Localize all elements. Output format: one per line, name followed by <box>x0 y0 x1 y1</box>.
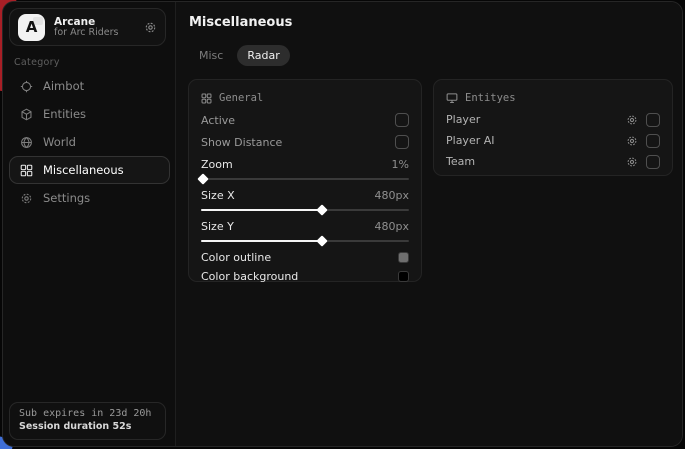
app-name: Arcane <box>54 16 119 28</box>
setting-label: Zoom <box>201 158 233 171</box>
sidebar-item-miscellaneous[interactable]: Miscellaneous <box>9 156 170 184</box>
entity-label: Team <box>446 155 626 168</box>
sidebar-item-label: Entities <box>43 107 86 121</box>
size-y-slider[interactable] <box>201 236 409 246</box>
sidebar: A Arcane for Arc Riders Category <box>3 2 176 446</box>
sidebar-item-settings[interactable]: Settings <box>9 184 170 212</box>
setting-row-active: Active <box>201 109 409 131</box>
setting-label: Color background <box>201 270 298 283</box>
entities-panel-title: Entityes <box>465 92 516 104</box>
box-icon <box>19 108 33 121</box>
player-ai-checkbox[interactable] <box>646 134 660 148</box>
setting-label: Active <box>201 114 235 127</box>
page-title: Miscellaneous <box>189 15 292 30</box>
gear-icon <box>19 192 33 205</box>
desktop: A Arcane for Arc Riders Category <box>0 0 685 449</box>
entity-row-player-ai: Player AI <box>446 130 660 151</box>
show-distance-checkbox[interactable] <box>395 135 409 149</box>
monitor-icon <box>446 92 458 104</box>
sidebar-item-entities[interactable]: Entities <box>9 100 170 128</box>
player-checkbox[interactable] <box>646 113 660 127</box>
zoom-value: 1% <box>392 158 409 171</box>
setting-row-color-background: Color background <box>201 267 409 286</box>
sidebar-item-label: Settings <box>43 191 90 205</box>
app-subtitle: for Arc Riders <box>54 28 119 39</box>
entity-gear-icon[interactable] <box>626 114 638 126</box>
sidebar-item-label: Aimbot <box>43 79 84 93</box>
setting-row-size-x: Size X 480px <box>201 187 409 215</box>
size-y-value: 480px <box>375 220 410 233</box>
entity-gear-icon[interactable] <box>626 135 638 147</box>
entity-label: Player <box>446 113 626 126</box>
app-logo: A <box>18 14 45 41</box>
entity-label: Player AI <box>446 134 626 147</box>
sidebar-item-label: Miscellaneous <box>43 163 124 177</box>
setting-label: Size Y <box>201 220 234 233</box>
sidebar-item-world[interactable]: World <box>9 128 170 156</box>
grid-icon <box>19 164 33 177</box>
session-duration-text: Session duration 52s <box>19 421 156 432</box>
size-x-value: 480px <box>375 189 410 202</box>
team-checkbox[interactable] <box>646 155 660 169</box>
color-background-swatch[interactable] <box>398 271 409 282</box>
tab-radar[interactable]: Radar <box>237 45 289 66</box>
setting-row-size-y: Size Y 480px <box>201 218 409 246</box>
entity-row-player: Player <box>446 109 660 130</box>
entities-panel: Entityes Player Player AI <box>433 79 673 176</box>
sidebar-item-label: World <box>43 135 76 149</box>
setting-row-color-outline: Color outline <box>201 248 409 267</box>
size-x-slider-thumb[interactable] <box>316 204 327 215</box>
general-panel: General Active Show Distance Zoom 1% <box>188 79 422 282</box>
main-content: Miscellaneous Misc Radar General <box>176 2 682 446</box>
size-x-slider[interactable] <box>201 205 409 215</box>
globe-icon <box>19 136 33 149</box>
setting-row-show-distance: Show Distance <box>201 131 409 153</box>
sidebar-nav: Aimbot Entities Wo <box>9 72 170 212</box>
color-outline-swatch[interactable] <box>398 252 409 263</box>
setting-row-zoom: Zoom 1% <box>201 156 409 184</box>
general-panel-title: General <box>219 92 263 104</box>
tab-misc[interactable]: Misc <box>189 45 233 66</box>
app-header-card: A Arcane for Arc Riders <box>9 8 166 46</box>
entity-row-team: Team <box>446 151 660 172</box>
size-y-slider-thumb[interactable] <box>316 235 327 246</box>
crosshair-icon <box>19 80 33 93</box>
header-gear-icon[interactable] <box>144 21 157 34</box>
category-label: Category <box>14 57 60 68</box>
app-window: A Arcane for Arc Riders Category <box>2 1 683 447</box>
setting-label: Color outline <box>201 251 271 264</box>
zoom-slider[interactable] <box>201 174 409 184</box>
active-checkbox[interactable] <box>395 113 409 127</box>
entity-gear-icon[interactable] <box>626 156 638 168</box>
sidebar-item-aimbot[interactable]: Aimbot <box>9 72 170 100</box>
setting-label: Size X <box>201 189 235 202</box>
sub-expires-text: Sub expires in 23d 20h <box>19 408 156 419</box>
setting-label: Show Distance <box>201 136 282 149</box>
tab-bar: Misc Radar <box>189 45 290 66</box>
subscription-card: Sub expires in 23d 20h Session duration … <box>9 402 166 440</box>
layout-grid-icon <box>201 93 212 104</box>
zoom-slider-thumb[interactable] <box>197 173 208 184</box>
